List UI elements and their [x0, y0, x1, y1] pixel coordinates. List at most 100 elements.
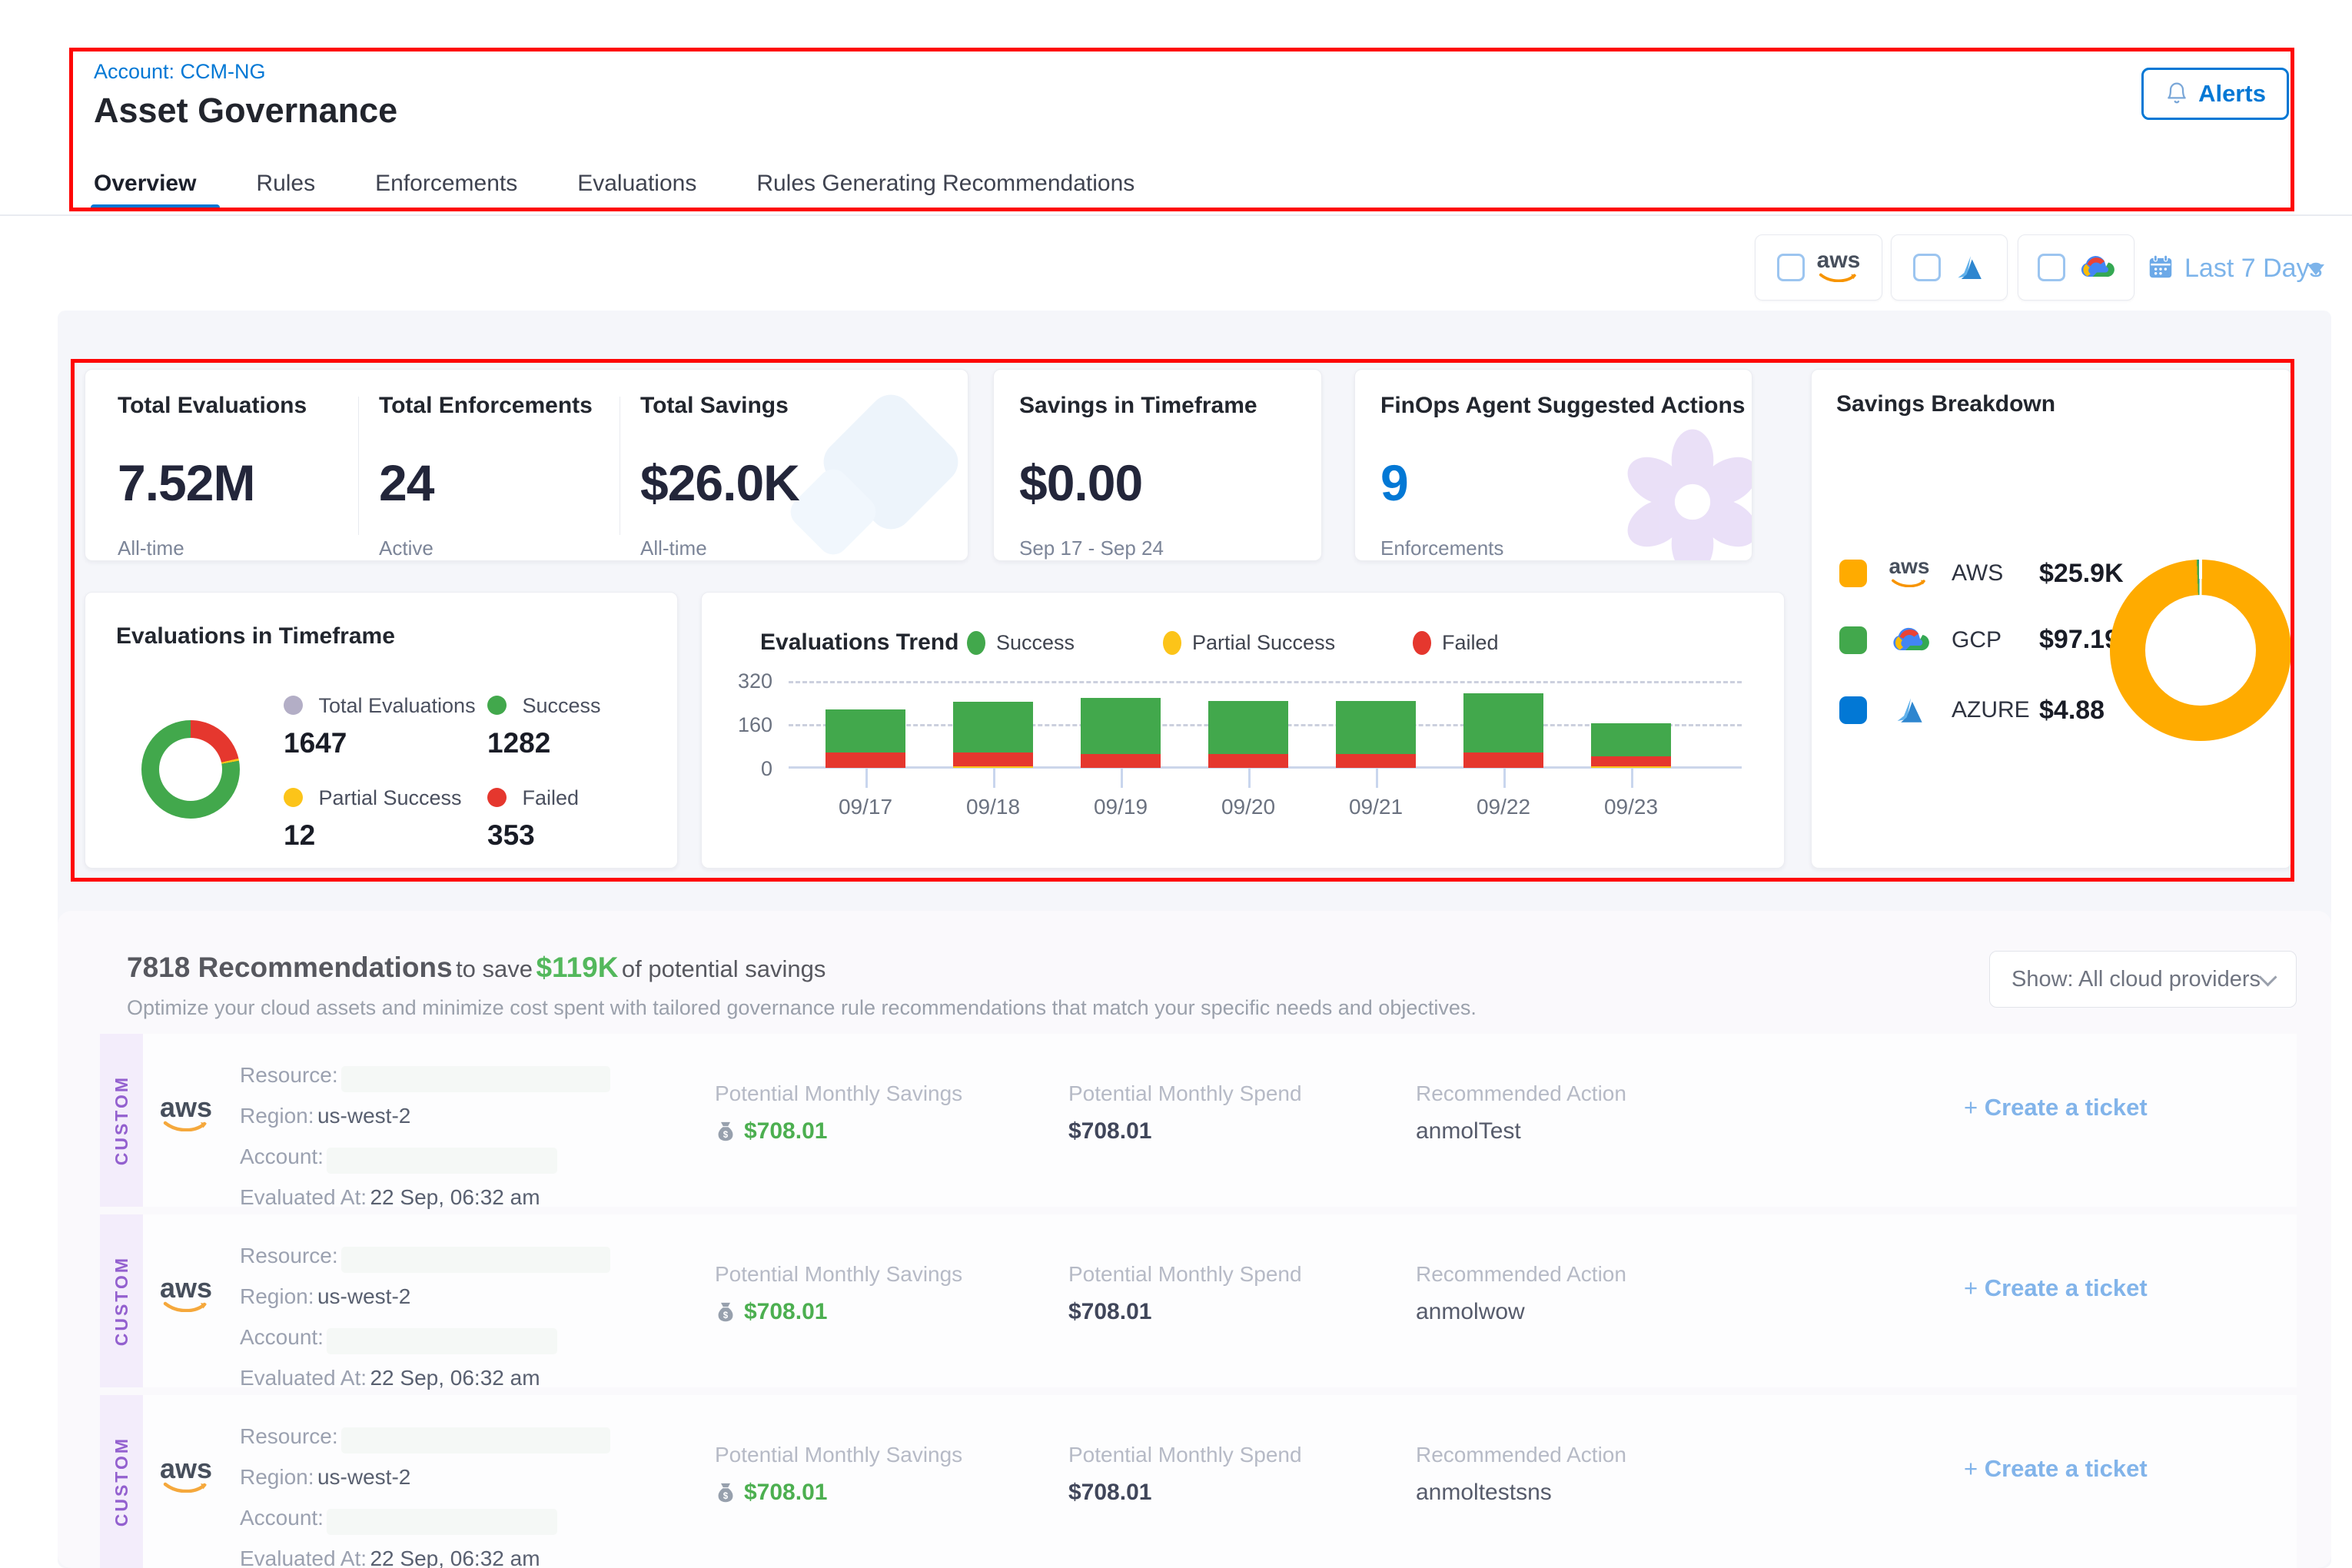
trend-legend-success-label: Success: [996, 631, 1075, 655]
recommendation-row-3[interactable]: CUSTOM aws Resource: Region: us-west-2 A…: [100, 1395, 2297, 1568]
eval-legend-partial: Partial Success 12: [284, 786, 462, 852]
create-ticket-button[interactable]: + Create a ticket: [1964, 1094, 2148, 1121]
azure-filter-card[interactable]: [1891, 234, 2008, 301]
savings-breakdown-card: Savings Breakdown aws AWS $25.9K GCP $9: [1811, 369, 2292, 869]
total-evaluations-caption: All-time: [118, 537, 307, 560]
x-axis-tick: [1503, 768, 1506, 788]
total-evaluations-stat: Total Evaluations 7.52M All-time: [118, 393, 307, 560]
total-savings-label: Total Savings: [640, 393, 799, 419]
azure-logo-icon: [1953, 252, 1985, 283]
recommendation-row-1[interactable]: CUSTOM aws Resource: Region: us-west-2 A…: [100, 1034, 2297, 1207]
total-enforcements-stat: Total Enforcements 24 Active: [379, 393, 593, 560]
date-range-caret-icon[interactable]: [2307, 264, 2324, 275]
eval-legend-partial-value: 12: [284, 819, 462, 852]
savings-legend-aws: aws AWS $25.9K: [1839, 556, 2124, 591]
trend-x-label: 09/23: [1585, 795, 1677, 819]
tab-rules-generating-recommendations[interactable]: Rules Generating Recommendations: [756, 171, 1134, 197]
eval-legend-failed: Failed 353: [487, 786, 579, 852]
trend-bar-09/20[interactable]: [1208, 701, 1288, 768]
aws-checkbox[interactable]: [1777, 254, 1805, 281]
evaluated-at-label: Evaluated At:: [240, 1546, 367, 1568]
redacted-resource-value: [341, 1247, 610, 1273]
bar-segment: [1081, 698, 1161, 754]
region-label: Region:: [240, 1284, 314, 1308]
svg-text:$: $: [723, 1131, 729, 1140]
finops-agent-label: FinOps Agent Suggested Actions: [1380, 393, 1745, 419]
eval-legend-total: Total Evaluations 1647: [284, 694, 476, 759]
tab-rules[interactable]: Rules: [256, 171, 315, 197]
potential-monthly-spend-value: $708.01: [1068, 1480, 1302, 1506]
trend-x-label: 09/21: [1330, 795, 1422, 819]
trend-bar-09/17[interactable]: [826, 709, 905, 768]
trend-bar-09/18[interactable]: [953, 702, 1033, 769]
trend-x-label: 09/18: [947, 795, 1039, 819]
plus-icon: +: [1964, 1274, 1978, 1301]
aws-legend-chip: [1839, 560, 1867, 587]
bar-segment: [1463, 693, 1543, 752]
finops-agent-caption: Enforcements: [1380, 537, 1745, 560]
header-divider: [0, 214, 2352, 216]
trend-legend-partial[interactable]: Partial Success: [1163, 631, 1335, 655]
recommended-action-value: anmolwow: [1416, 1299, 1626, 1325]
date-range-selector[interactable]: Last 7 Days: [2184, 254, 2323, 284]
trend-bar-09/21[interactable]: [1336, 701, 1416, 768]
eval-legend-success-label: Success: [522, 694, 600, 717]
trend-bar-09/19[interactable]: [1081, 698, 1161, 768]
cloud-provider-filter-dropdown[interactable]: Show: All cloud providers: [1989, 951, 2297, 1008]
recommendation-row-2[interactable]: CUSTOM aws Resource: Region: us-west-2 A…: [100, 1214, 2297, 1387]
tab-enforcements[interactable]: Enforcements: [375, 171, 517, 197]
resource-label: Resource:: [240, 1063, 338, 1087]
custom-badge: CUSTOM: [100, 1395, 143, 1568]
recommended-action-col: Recommended Action anmolwow: [1416, 1262, 1626, 1325]
account-breadcrumb-link[interactable]: Account: CCM-NG: [94, 60, 266, 84]
failed-dot-icon: [1413, 631, 1431, 655]
region-value: us-west-2: [317, 1465, 410, 1489]
potential-monthly-savings-value: $708.01: [744, 1299, 827, 1325]
redacted-resource-value: [341, 1427, 610, 1453]
tab-evaluations[interactable]: Evaluations: [577, 171, 696, 197]
x-axis-tick: [1376, 768, 1378, 788]
gcp-filter-card[interactable]: [2018, 234, 2134, 301]
trend-legend-success[interactable]: Success: [967, 631, 1075, 655]
calendar-icon: [2146, 252, 2175, 285]
potential-monthly-spend-value: $708.01: [1068, 1118, 1302, 1144]
evaluated-at-value: 22 Sep, 06:32 am: [370, 1546, 540, 1568]
x-axis-tick: [1248, 768, 1251, 788]
total-savings-value: $26.0K: [640, 453, 799, 512]
active-tab-underline: [91, 204, 220, 211]
potential-monthly-spend-col: Potential Monthly Spend $708.01: [1068, 1081, 1302, 1144]
trend-legend-failed[interactable]: Failed: [1413, 631, 1499, 655]
potential-monthly-spend-col: Potential Monthly Spend $708.01: [1068, 1443, 1302, 1506]
x-axis-tick: [865, 768, 868, 788]
gcp-checkbox[interactable]: [2038, 254, 2065, 281]
account-label: Account:: [240, 1506, 324, 1530]
tab-overview[interactable]: Overview: [94, 171, 196, 197]
azure-checkbox[interactable]: [1913, 254, 1941, 281]
resource-details: Resource: Region: us-west-2 Account: Eva…: [240, 1418, 610, 1568]
trend-bar-09/23[interactable]: [1591, 723, 1671, 768]
success-dot-icon: [967, 631, 985, 655]
trend-x-label: 09/22: [1457, 795, 1550, 819]
resource-label: Resource:: [240, 1424, 338, 1448]
create-ticket-button[interactable]: + Create a ticket: [1964, 1455, 2148, 1483]
plus-icon: +: [1964, 1455, 1978, 1482]
aws-logo-icon: aws: [160, 1455, 212, 1497]
eval-legend-failed-label: Failed: [522, 786, 579, 809]
alerts-button-label: Alerts: [2198, 80, 2266, 108]
create-ticket-button[interactable]: + Create a ticket: [1964, 1274, 2148, 1302]
bar-segment: [953, 702, 1033, 752]
savings-in-timeframe-stat: Savings in Timeframe $0.00 Sep 17 - Sep …: [1019, 393, 1257, 560]
trend-bar-09/22[interactable]: [1463, 693, 1543, 768]
recommendations-amount: $119K: [536, 952, 618, 983]
aws-filter-card[interactable]: aws: [1755, 234, 1882, 301]
tab-bar: Overview Rules Enforcements Evaluations …: [94, 171, 1134, 197]
potential-monthly-savings-header: Potential Monthly Savings: [715, 1262, 962, 1287]
savings-in-timeframe-value: $0.00: [1019, 453, 1257, 512]
potential-monthly-savings-value: $708.01: [744, 1480, 827, 1506]
cloud-provider-filter-label: Show: All cloud providers: [2011, 967, 2261, 992]
alerts-button[interactable]: Alerts: [2141, 68, 2289, 120]
recommended-action-value: anmolTest: [1416, 1118, 1626, 1144]
trend-ytick-320: 320: [719, 669, 772, 693]
redacted-account-value: [327, 1509, 557, 1535]
success-dot-icon: [487, 696, 507, 715]
